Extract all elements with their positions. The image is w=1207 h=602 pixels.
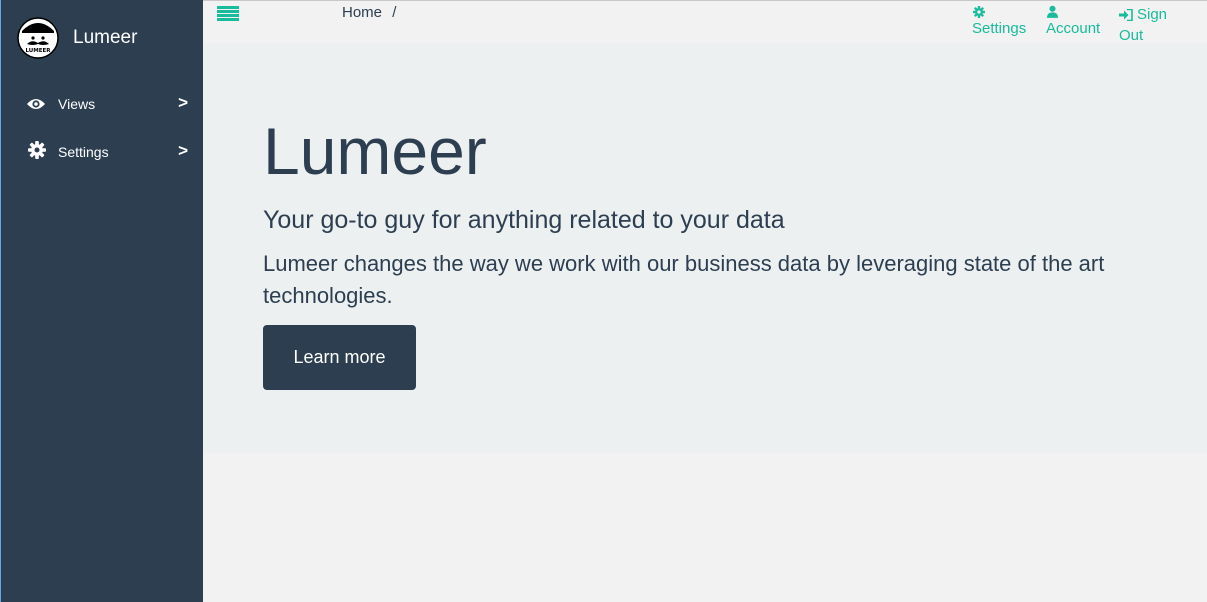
hero-jumbotron: Lumeer Your go-to guy for anything relat… xyxy=(203,43,1207,453)
gear-icon xyxy=(28,141,46,159)
sidebar-item-label: Settings xyxy=(58,144,109,160)
gear-icon xyxy=(973,6,985,18)
breadcrumb: Home / xyxy=(342,4,396,21)
hero-lead: Your go-to guy for anything related to y… xyxy=(263,206,785,234)
breadcrumb-separator: / xyxy=(392,4,397,21)
hero-title: Lumeer xyxy=(263,114,487,188)
sidebar-item-label: Views xyxy=(58,96,96,112)
brand[interactable]: LUMEER Lumeer xyxy=(17,16,137,60)
user-icon xyxy=(1047,5,1058,18)
sidebar-item-settings[interactable]: Settings > xyxy=(1,132,204,172)
account-link-label: Account xyxy=(1046,20,1101,37)
brand-name: Lumeer xyxy=(73,27,138,48)
sign-out-icon xyxy=(1119,8,1133,21)
account-link[interactable]: Account xyxy=(1046,4,1100,39)
settings-link[interactable]: Settings xyxy=(972,4,1026,39)
logo-text: LUMEER xyxy=(26,48,52,54)
chevron-right-icon: > xyxy=(178,141,188,160)
sidebar: LUMEER Lumeer Views > Settings > xyxy=(0,0,203,602)
breadcrumb-home[interactable]: Home xyxy=(342,4,382,21)
sign-out-label-line1: Sign xyxy=(1137,6,1168,23)
menu-toggle-icon[interactable] xyxy=(217,6,239,24)
chevron-right-icon: > xyxy=(178,93,188,112)
top-navbar: Home / Settings Account Sign Out xyxy=(203,0,1207,44)
settings-link-label: Settings xyxy=(972,20,1027,37)
eye-icon xyxy=(27,99,45,109)
lumeer-logo: LUMEER xyxy=(17,17,59,59)
hero-description: Lumeer changes the way we work with our … xyxy=(263,251,1105,308)
sidebar-item-views[interactable]: Views > xyxy=(1,84,204,124)
learn-more-button[interactable]: Learn more xyxy=(263,325,416,390)
sign-out-link[interactable]: Sign Out xyxy=(1119,4,1167,46)
sign-out-label-line2: Out xyxy=(1119,27,1144,44)
